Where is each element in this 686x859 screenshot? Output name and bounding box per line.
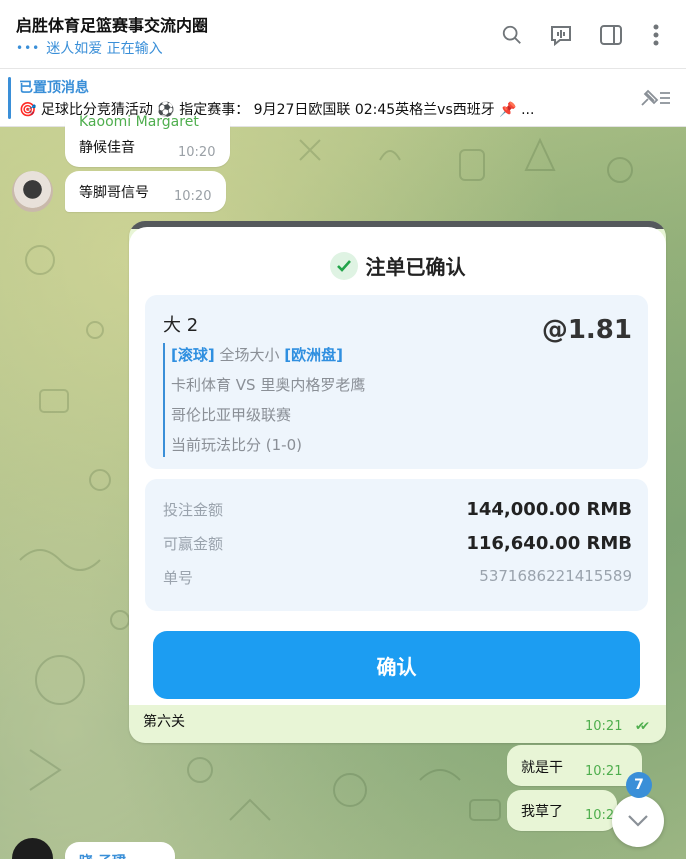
score-line: 当前玩法比分 (1-0) bbox=[171, 436, 302, 454]
confirm-title: 注单已确认 bbox=[365, 255, 466, 279]
market-type: 全场大小 bbox=[214, 346, 285, 364]
avatar[interactable] bbox=[12, 171, 53, 212]
chat-header: 启胜体育足篮赛事交流内圈 ••• 迷人如爱 正在输入 bbox=[0, 0, 686, 69]
order-number: 5371686221415589 bbox=[479, 567, 632, 585]
order-label: 单号 bbox=[163, 569, 194, 587]
confirm-header: 注单已确认 bbox=[129, 251, 666, 280]
pinned-title: 已置顶消息 bbox=[19, 80, 89, 96]
win-label: 可赢金额 bbox=[163, 535, 224, 553]
message-time: 10:21 bbox=[585, 719, 623, 734]
search-icon[interactable] bbox=[499, 22, 525, 48]
bet-name: 大 2 bbox=[163, 315, 199, 336]
amount-panel: 投注金额 144,000.00 RMB 可赢金额 116,640.00 RMB … bbox=[145, 479, 648, 611]
bet-info-panel: 大 2 @1.81 [滚球] 全场大小 [欧洲盘] 卡利体育 VS 里奥内格罗老… bbox=[145, 295, 648, 469]
message-text: 就是干 bbox=[521, 760, 563, 776]
bet-confirmation-card: 注单已确认 大 2 @1.81 [滚球] 全场大小 [欧洲盘] 卡利体育 VS … bbox=[129, 227, 666, 705]
sidebar-toggle-icon[interactable] bbox=[598, 22, 624, 48]
chevron-down-icon bbox=[628, 815, 648, 827]
incoming-message[interactable]: Kaoomi Margaret 静候佳音 10:20 bbox=[65, 114, 230, 167]
unread-count-badge: 7 bbox=[626, 772, 652, 798]
scroll-down-button[interactable] bbox=[612, 795, 664, 847]
league-line: 哥伦比亚甲级联赛 bbox=[171, 406, 292, 424]
incoming-message[interactable]: 晓 子珺 bbox=[65, 842, 175, 859]
odds-format-tag: [欧洲盘] bbox=[284, 346, 343, 364]
typing-status: 迷人如爱 正在输入 bbox=[46, 41, 163, 57]
bet-odds: @1.81 bbox=[541, 315, 632, 345]
message-time: 10:20 bbox=[178, 145, 216, 160]
live-stream-icon[interactable] bbox=[548, 22, 574, 48]
market-line: [滚球] 全场大小 [欧洲盘] bbox=[171, 343, 365, 367]
typing-dots-icon: ••• bbox=[16, 41, 41, 55]
outgoing-message[interactable]: 就是干 10:21 bbox=[507, 745, 642, 786]
pinned-accent-bar bbox=[8, 77, 11, 119]
chat-title[interactable]: 启胜体育足篮赛事交流内圈 bbox=[16, 12, 208, 36]
sender-name: 晓 子珺 bbox=[79, 851, 126, 859]
bet-card-message[interactable]: 注单已确认 大 2 @1.81 [滚球] 全场大小 [欧洲盘] 卡利体育 VS … bbox=[129, 221, 666, 743]
message-time: 10:20 bbox=[174, 189, 212, 204]
message-time: 10:21 bbox=[585, 764, 623, 779]
message-text: 静候佳音 bbox=[79, 140, 135, 156]
stake-value: 144,000.00 RMB bbox=[466, 499, 632, 520]
more-options-icon[interactable] bbox=[643, 22, 669, 48]
confirm-button[interactable]: 确认 bbox=[153, 631, 640, 699]
win-value: 116,640.00 RMB bbox=[466, 533, 632, 554]
incoming-message[interactable]: 等脚哥信号 10:20 bbox=[65, 171, 226, 212]
message-text: 等脚哥信号 bbox=[79, 185, 149, 201]
typing-indicator: ••• 迷人如爱 正在输入 bbox=[16, 38, 163, 58]
message-text: 我草了 bbox=[521, 804, 563, 820]
stake-label: 投注金额 bbox=[163, 501, 224, 519]
read-check-icon: ✔✔ bbox=[635, 719, 650, 733]
match-line: 卡利体育 VS 里奥内格罗老鹰 bbox=[171, 376, 366, 394]
outgoing-message[interactable]: 我草了 10:21 bbox=[507, 790, 622, 831]
check-icon bbox=[329, 251, 358, 280]
live-tag: [滚球] bbox=[171, 346, 215, 364]
unpin-list-icon[interactable] bbox=[638, 87, 672, 113]
sender-name: Kaoomi Margaret bbox=[79, 114, 199, 130]
card-caption: 第六关 bbox=[143, 714, 185, 730]
bet-details: [滚球] 全场大小 [欧洲盘] 卡利体育 VS 里奥内格罗老鹰 哥伦比亚甲级联赛… bbox=[163, 343, 365, 457]
